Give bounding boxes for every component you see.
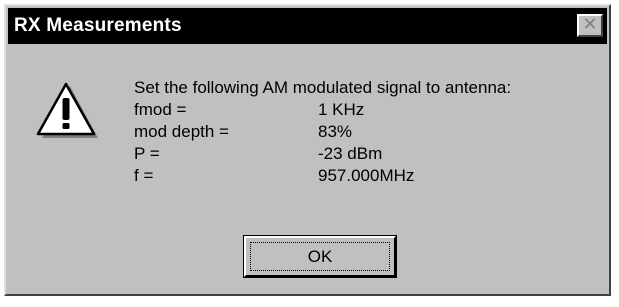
close-icon: ✕ [582,14,598,35]
message-text: Set the following AM modulated signal to… [134,77,511,187]
param-label: fmod = [134,100,187,119]
message-intro: Set the following AM modulated signal to… [134,78,512,97]
param-row-power: P = -23 dBm [134,143,511,165]
param-value: 83% [318,122,353,141]
title-bar[interactable]: RX Measurements ✕ [8,8,607,44]
param-row-mod-depth: mod depth = 83% [134,121,511,143]
warning-exclamation-icon [36,82,98,138]
close-button[interactable]: ✕ [577,14,603,37]
ok-button[interactable]: OK [243,235,397,278]
param-row-fmod: fmod = 1 KHz [134,99,511,121]
param-value: -23 dBm [318,144,383,163]
param-row-frequency: f = 957.000MHz [134,165,511,187]
ok-button-label: OK [250,242,390,271]
param-label: mod depth = [134,122,229,141]
param-value: 1 KHz [318,100,365,119]
param-value: 957.000MHz [318,166,415,185]
param-label: P = [134,144,160,163]
window-title: RX Measurements [14,15,182,36]
rx-measurements-dialog: RX Measurements ✕ Set the following AM m… [4,4,611,296]
param-label: f = [134,166,154,185]
